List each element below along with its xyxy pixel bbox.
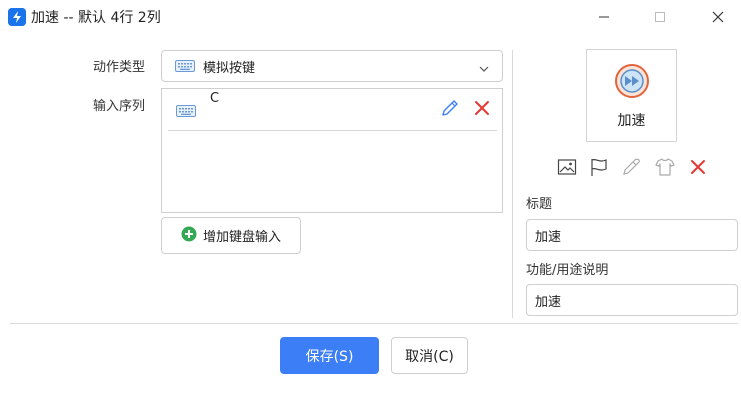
minimize-button[interactable] <box>581 0 627 34</box>
title-input[interactable]: 加速 <box>526 219 738 251</box>
add-key-input-button[interactable]: 增加键盘输入 <box>161 217 301 254</box>
delete-button[interactable] <box>472 98 492 118</box>
maximize-icon <box>655 12 665 22</box>
add-key-input-label: 增加键盘输入 <box>202 230 281 245</box>
preview-card[interactable]: 加速 <box>586 49 677 142</box>
minimize-icon <box>599 16 609 18</box>
sequence-list[interactable]: C <box>161 88 503 213</box>
close-icon <box>712 11 724 23</box>
keyboard-icon <box>176 102 196 121</box>
plus-circle-icon <box>181 226 197 246</box>
shirt-icon[interactable] <box>655 157 675 177</box>
vertical-divider <box>512 50 513 318</box>
window-title: 加速 -- 默认 4行 2列 <box>31 10 161 26</box>
action-type-value: 模拟按键 <box>203 60 256 76</box>
title-input-value: 加速 <box>535 229 562 245</box>
sequence-label: 输入序列 <box>93 99 146 114</box>
keyboard-icon <box>175 57 195 76</box>
description-input[interactable]: 加速 <box>526 284 738 316</box>
save-button[interactable]: 保存(S) <box>280 337 379 374</box>
title-field-label: 标题 <box>526 197 553 212</box>
edit-button[interactable] <box>439 97 461 119</box>
close-icon <box>475 101 489 115</box>
image-icon[interactable] <box>557 157 577 177</box>
fast-forward-icon <box>614 63 650 103</box>
description-input-value: 加速 <box>535 294 562 310</box>
color-picker-icon[interactable] <box>621 157 641 177</box>
pencil-icon <box>442 100 458 116</box>
action-type-label: 动作类型 <box>93 60 146 75</box>
preview-label: 加速 <box>617 113 646 129</box>
maximize-button[interactable] <box>637 0 683 34</box>
sequence-key-text: C <box>210 91 220 106</box>
close-window-button[interactable] <box>695 0 741 34</box>
action-type-select[interactable]: 模拟按键 <box>161 50 503 82</box>
chevron-down-icon <box>478 60 490 79</box>
flag-icon[interactable] <box>589 157 609 177</box>
app-icon <box>8 8 26 26</box>
horizontal-divider <box>10 323 738 324</box>
list-item[interactable]: C <box>168 89 497 131</box>
cancel-button[interactable]: 取消(C) <box>391 337 468 374</box>
delete-icon[interactable] <box>688 157 708 177</box>
description-field-label: 功能/用途说明 <box>526 263 609 278</box>
